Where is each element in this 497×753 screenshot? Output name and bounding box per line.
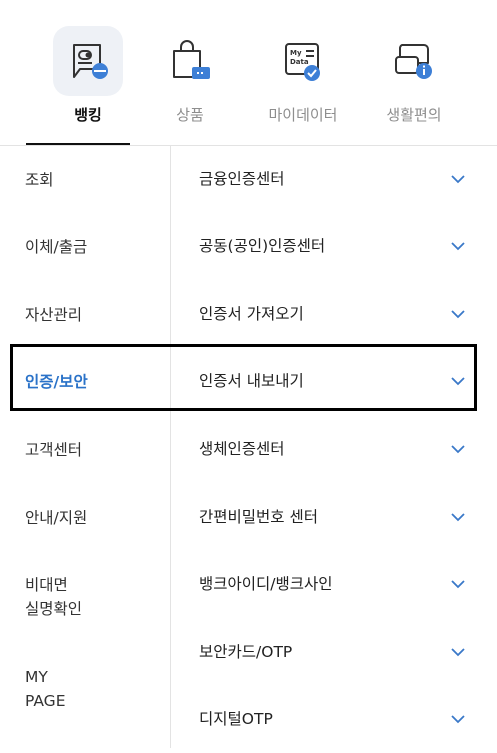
menu-item-label: 공동(공인)인증센터 bbox=[199, 237, 326, 255]
left-nav-id-verify[interactable]: 비대면 실명확인 bbox=[25, 573, 82, 621]
menu-item-label: 간편비밀번호 센터 bbox=[199, 508, 319, 526]
chevron-down-icon bbox=[451, 242, 465, 251]
svg-text:My: My bbox=[290, 49, 302, 57]
tab-life[interactable]: 생활편의 bbox=[354, 0, 474, 145]
tab-label: 마이데이터 bbox=[268, 106, 338, 124]
tab-label: 생활편의 bbox=[386, 106, 442, 124]
chevron-down-icon bbox=[451, 445, 465, 454]
chevron-down-icon bbox=[451, 513, 465, 522]
top-tab-bar: 뱅킹 상품 My Data 마이데이터 생활편의 bbox=[0, 0, 497, 145]
menu-item-label: 디지털OTP bbox=[199, 710, 273, 728]
menu-item-biometric-center[interactable]: 생체인증센터 bbox=[171, 416, 497, 483]
left-nav-mypage[interactable]: MY PAGE bbox=[25, 665, 66, 713]
menu-item-security-card-otp[interactable]: 보안카드/OTP bbox=[171, 619, 497, 686]
svg-text:Data: Data bbox=[290, 58, 309, 66]
left-nav-asset[interactable]: 자산관리 bbox=[25, 303, 82, 327]
my-data-icon: My Data bbox=[268, 26, 338, 96]
left-nav-transfer[interactable]: 이체/출금 bbox=[25, 235, 87, 259]
menu-item-cert-import[interactable]: 인증서 가져오기 bbox=[171, 281, 497, 348]
chevron-down-icon bbox=[451, 310, 465, 319]
chevron-down-icon bbox=[451, 580, 465, 589]
left-nav-support[interactable]: 안내/지원 bbox=[25, 506, 87, 530]
menu-item-label: 생체인증센터 bbox=[199, 440, 285, 458]
chevron-down-icon bbox=[451, 175, 465, 184]
menu-item-cert-export[interactable]: 인증서 내보내기 bbox=[171, 348, 497, 415]
chat-info-icon bbox=[379, 26, 449, 96]
tab-products[interactable]: 상품 bbox=[130, 0, 250, 145]
left-nav-customer-center[interactable]: 고객센터 bbox=[25, 438, 82, 462]
menu-item-digital-otp[interactable]: 디지털OTP bbox=[171, 686, 497, 753]
chevron-down-icon bbox=[451, 648, 465, 657]
menu-item-label: 인증서 내보내기 bbox=[199, 372, 304, 390]
menu-item-label: 금융인증센터 bbox=[199, 170, 285, 188]
menu-item-label: 보안카드/OTP bbox=[199, 643, 293, 661]
chevron-down-icon bbox=[451, 715, 465, 724]
left-nav-inquiry[interactable]: 조회 bbox=[25, 168, 54, 192]
menu-item-label: 인증서 가져오기 bbox=[199, 305, 304, 323]
menu-item-finance-cert-center[interactable]: 금융인증센터 bbox=[171, 146, 497, 213]
menu-item-bankid-banksign[interactable]: 뱅크아이디/뱅크사인 bbox=[171, 551, 497, 618]
menu-item-joint-cert-center[interactable]: 공동(공인)인증센터 bbox=[171, 213, 497, 280]
menu-item-simple-password-center[interactable]: 간편비밀번호 센터 bbox=[171, 484, 497, 551]
chevron-down-icon bbox=[451, 377, 465, 386]
tab-mydata[interactable]: My Data 마이데이터 bbox=[243, 0, 363, 145]
bank-card-icon bbox=[53, 26, 123, 96]
tab-label: 상품 bbox=[176, 106, 204, 124]
left-nav-auth-security[interactable]: 인증/보안 bbox=[25, 370, 88, 394]
menu-item-label: 뱅크아이디/뱅크사인 bbox=[199, 575, 333, 593]
shopping-bag-icon bbox=[155, 26, 225, 96]
